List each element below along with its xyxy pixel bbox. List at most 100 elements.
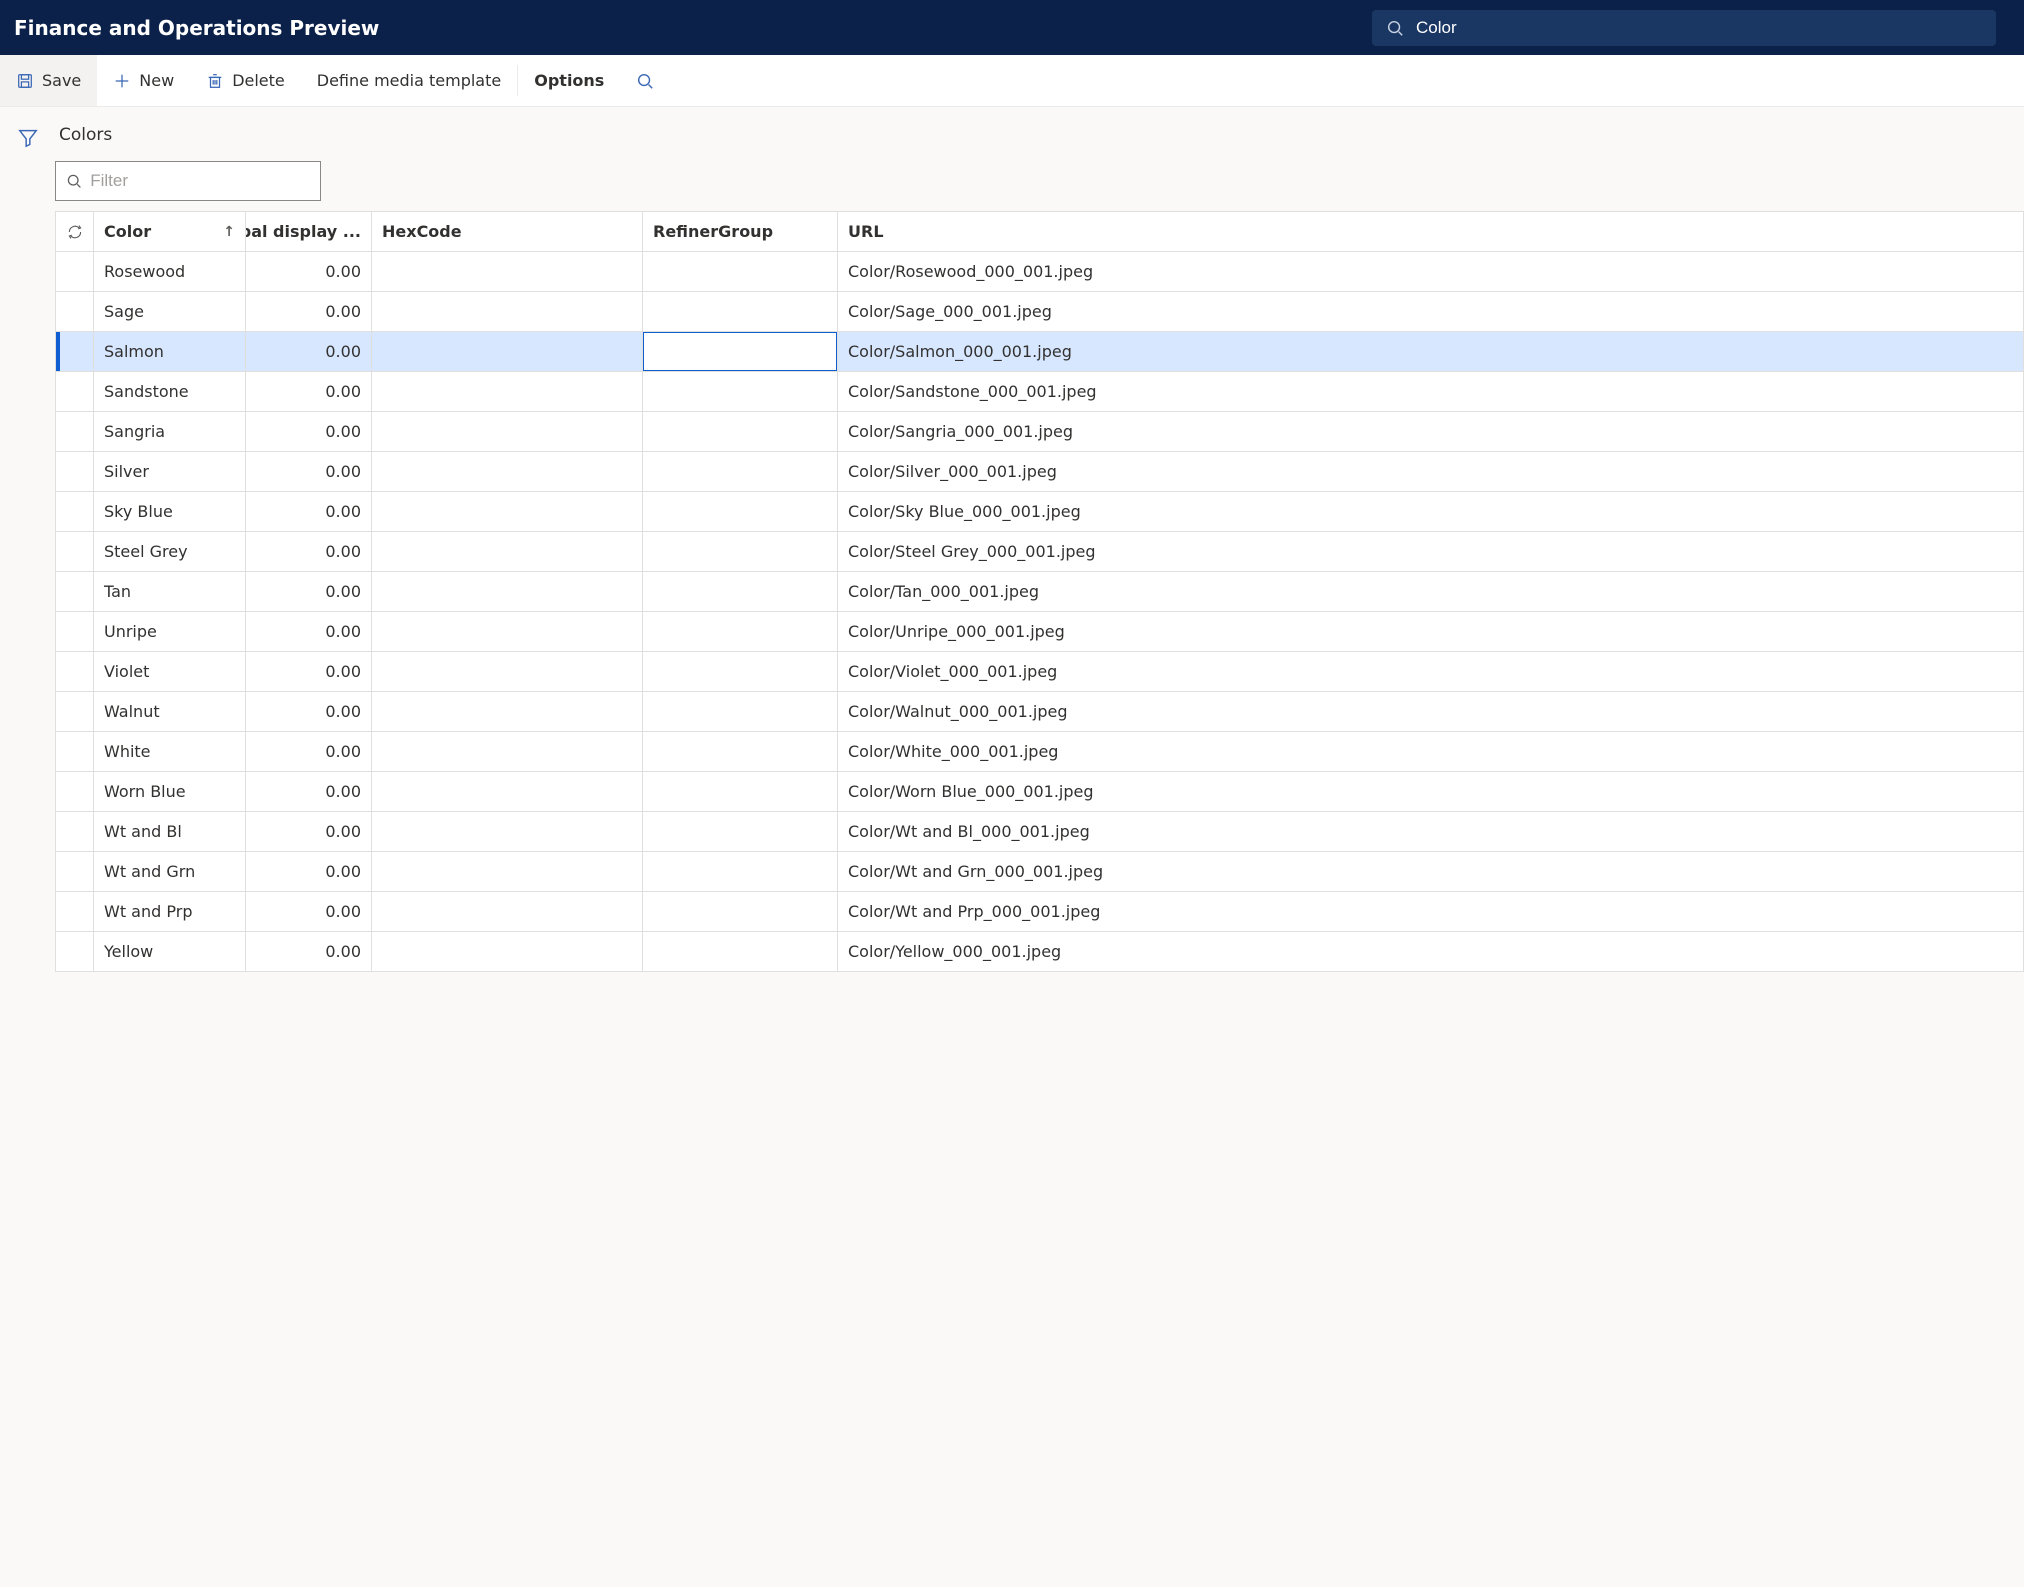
cell-url[interactable]: Color/White_000_001.jpeg [838, 732, 2023, 771]
cell-hexcode[interactable] [372, 452, 643, 491]
cell-color[interactable]: Worn Blue [94, 772, 246, 811]
cell-hexcode[interactable] [372, 812, 643, 851]
cell-refinergroup[interactable] [643, 332, 838, 371]
cell-hexcode[interactable] [372, 772, 643, 811]
cell-url[interactable]: Color/Wt and Grn_000_001.jpeg [838, 852, 2023, 891]
cell-hexcode[interactable] [372, 252, 643, 291]
table-row[interactable]: Walnut0.00 Color/Walnut_000_001.jpeg [56, 692, 2023, 732]
cell-refinergroup[interactable] [643, 372, 838, 411]
row-selector[interactable] [56, 932, 94, 971]
table-row[interactable]: Steel Grey0.00Color/Steel Grey_000_001.j… [56, 532, 2023, 572]
table-row[interactable]: Sangria0.00Color/Sangria_000_001.jpeg [56, 412, 2023, 452]
cell-hexcode[interactable] [372, 412, 643, 451]
cell-refinergroup[interactable] [643, 852, 838, 891]
col-header-refinergroup[interactable]: RefinerGroup [643, 212, 838, 251]
row-selector[interactable] [56, 812, 94, 851]
find-button[interactable] [620, 55, 670, 106]
cell-hexcode[interactable] [372, 852, 643, 891]
row-selector[interactable] [56, 612, 94, 651]
cell-hexcode[interactable] [372, 332, 643, 371]
col-header-hexcode[interactable]: HexCode [372, 212, 643, 251]
cell-url[interactable]: Color/Sky Blue_000_001.jpeg [838, 492, 2023, 531]
cell-url[interactable]: Color/Worn Blue_000_001.jpeg [838, 772, 2023, 811]
col-header-url[interactable]: URL [838, 212, 2023, 251]
cell-color[interactable]: Sandstone [94, 372, 246, 411]
cell-refinergroup[interactable] [643, 492, 838, 531]
cell-color[interactable]: Unripe [94, 612, 246, 651]
cell-url[interactable]: Color/Rosewood_000_001.jpeg [838, 252, 2023, 291]
cell-refinergroup[interactable] [643, 932, 838, 971]
cell-hexcode[interactable] [372, 372, 643, 411]
cell-color[interactable]: Salmon [94, 332, 246, 371]
cell-display-order[interactable]: 0.00 [246, 812, 372, 851]
cell-url[interactable]: Color/Salmon_000_001.jpeg [838, 332, 2023, 371]
cell-hexcode[interactable] [372, 292, 643, 331]
cell-color[interactable]: Yellow [94, 932, 246, 971]
cell-color[interactable]: Sangria [94, 412, 246, 451]
save-button[interactable]: Save [0, 55, 97, 106]
define-media-button[interactable]: Define media template [301, 55, 517, 106]
grid-filter-input[interactable] [90, 171, 310, 191]
cell-color[interactable]: Violet [94, 652, 246, 691]
cell-color[interactable]: Walnut [94, 692, 246, 731]
filter-funnel-icon[interactable] [17, 127, 39, 972]
cell-hexcode[interactable] [372, 572, 643, 611]
cell-display-order[interactable]: 0.00 [246, 852, 372, 891]
row-selector[interactable] [56, 252, 94, 291]
cell-display-order[interactable]: 0.00 [246, 492, 372, 531]
cell-url[interactable]: Color/Yellow_000_001.jpeg [838, 932, 2023, 971]
cell-display-order[interactable]: 0.00 [246, 772, 372, 811]
row-selector[interactable] [56, 652, 94, 691]
col-header-color[interactable]: Color ↑ [94, 212, 246, 251]
cell-refinergroup[interactable] [643, 892, 838, 931]
delete-button[interactable]: Delete [190, 55, 301, 106]
cell-url[interactable]: Color/Sandstone_000_001.jpeg [838, 372, 2023, 411]
cell-refinergroup[interactable] [643, 532, 838, 571]
cell-color[interactable]: Silver [94, 452, 246, 491]
cell-refinergroup[interactable] [643, 612, 838, 651]
row-selector[interactable] [56, 292, 94, 331]
cell-url[interactable]: Color/Wt and Bl_000_001.jpeg [838, 812, 2023, 851]
cell-display-order[interactable]: 0.00 [246, 732, 372, 771]
cell-color[interactable]: White [94, 732, 246, 771]
table-row[interactable]: Wt and Prp0.00Color/Wt and Prp_000_001.j… [56, 892, 2023, 932]
row-selector[interactable] [56, 772, 94, 811]
cell-color[interactable]: Sage [94, 292, 246, 331]
cell-url[interactable]: Color/Silver_000_001.jpeg [838, 452, 2023, 491]
table-row[interactable]: Yellow0.00 Color/Yellow_000_001.jpeg [56, 932, 2023, 972]
cell-hexcode[interactable] [372, 492, 643, 531]
row-selector[interactable] [56, 852, 94, 891]
cell-color[interactable]: Rosewood [94, 252, 246, 291]
cell-url[interactable]: Color/Wt and Prp_000_001.jpeg [838, 892, 2023, 931]
cell-display-order[interactable]: 0.00 [246, 692, 372, 731]
cell-display-order[interactable]: 0.00 [246, 612, 372, 651]
cell-color[interactable]: Tan [94, 572, 246, 611]
cell-url[interactable]: Color/Violet_000_001.jpeg [838, 652, 2023, 691]
cell-display-order[interactable]: 0.00 [246, 292, 372, 331]
row-selector[interactable] [56, 492, 94, 531]
cell-refinergroup[interactable] [643, 572, 838, 611]
cell-display-order[interactable]: 0.00 [246, 892, 372, 931]
table-row[interactable]: Violet0.00 Color/Violet_000_001.jpeg [56, 652, 2023, 692]
global-search-input[interactable] [1416, 18, 1982, 38]
row-selector[interactable] [56, 452, 94, 491]
row-selector[interactable] [56, 892, 94, 931]
cell-url[interactable]: Color/Sage_000_001.jpeg [838, 292, 2023, 331]
row-selector[interactable] [56, 532, 94, 571]
table-row[interactable]: Sky Blue0.00Color/Sky Blue_000_001.jpeg [56, 492, 2023, 532]
cell-refinergroup[interactable] [643, 652, 838, 691]
cell-display-order[interactable]: 0.00 [246, 252, 372, 291]
cell-hexcode[interactable] [372, 892, 643, 931]
table-row[interactable]: Unripe0.00Color/Unripe_000_001.jpeg [56, 612, 2023, 652]
row-selector[interactable] [56, 332, 94, 371]
cell-hexcode[interactable] [372, 692, 643, 731]
cell-display-order[interactable]: 0.00 [246, 932, 372, 971]
cell-hexcode[interactable] [372, 652, 643, 691]
table-row[interactable]: Sandstone0.00Color/Sandstone_000_001.jpe… [56, 372, 2023, 412]
grid-filter[interactable] [55, 161, 321, 201]
cell-display-order[interactable]: 0.00 [246, 652, 372, 691]
cell-url[interactable]: Color/Walnut_000_001.jpeg [838, 692, 2023, 731]
row-selector[interactable] [56, 572, 94, 611]
cell-color[interactable]: Wt and Grn [94, 852, 246, 891]
row-selector[interactable] [56, 692, 94, 731]
